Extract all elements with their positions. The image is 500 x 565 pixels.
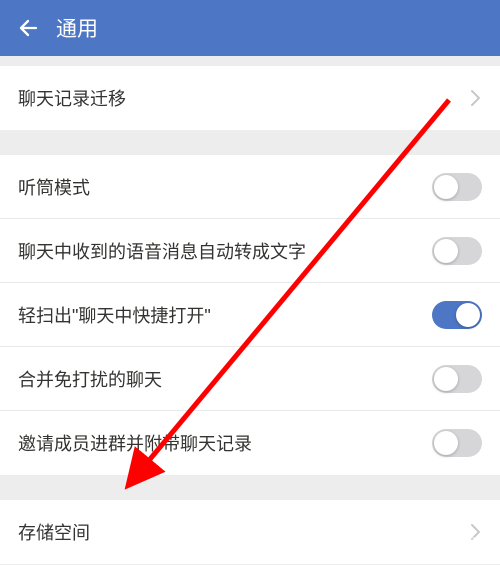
row-label: 轻扫出"聊天中快捷打开" [18, 302, 432, 328]
row-label: 合并免打扰的聊天 [18, 366, 432, 392]
back-arrow-icon[interactable] [14, 14, 42, 42]
toggle-voice-to-text[interactable] [432, 237, 482, 265]
row-merge-dnd-chats[interactable]: 合并免打扰的聊天 [0, 347, 500, 411]
section-spacer [0, 130, 500, 155]
section-spacer [0, 56, 500, 66]
chevron-right-icon [470, 89, 482, 107]
row-label: 聊天中收到的语音消息自动转成文字 [18, 238, 432, 264]
page-title: 通用 [56, 13, 98, 43]
row-voice-to-text[interactable]: 聊天中收到的语音消息自动转成文字 [0, 219, 500, 283]
row-label: 听筒模式 [18, 174, 432, 200]
row-label: 邀请成员进群并附带聊天记录 [18, 430, 432, 456]
header-bar: 通用 [0, 0, 500, 56]
row-swipe-quick-open[interactable]: 轻扫出"聊天中快捷打开" [0, 283, 500, 347]
row-earpiece-mode[interactable]: 听筒模式 [0, 155, 500, 219]
row-label: 聊天记录迁移 [18, 85, 470, 111]
row-invite-with-history[interactable]: 邀请成员进群并附带聊天记录 [0, 411, 500, 475]
toggle-earpiece[interactable] [432, 173, 482, 201]
section-spacer [0, 475, 500, 500]
toggle-merge-dnd[interactable] [432, 365, 482, 393]
row-chat-migration[interactable]: 聊天记录迁移 [0, 66, 500, 130]
toggle-swipe-quick-open[interactable] [432, 301, 482, 329]
toggle-invite-history[interactable] [432, 429, 482, 457]
row-label: 存储空间 [18, 519, 470, 545]
chevron-right-icon [470, 523, 482, 541]
row-storage[interactable]: 存储空间 [0, 500, 500, 564]
